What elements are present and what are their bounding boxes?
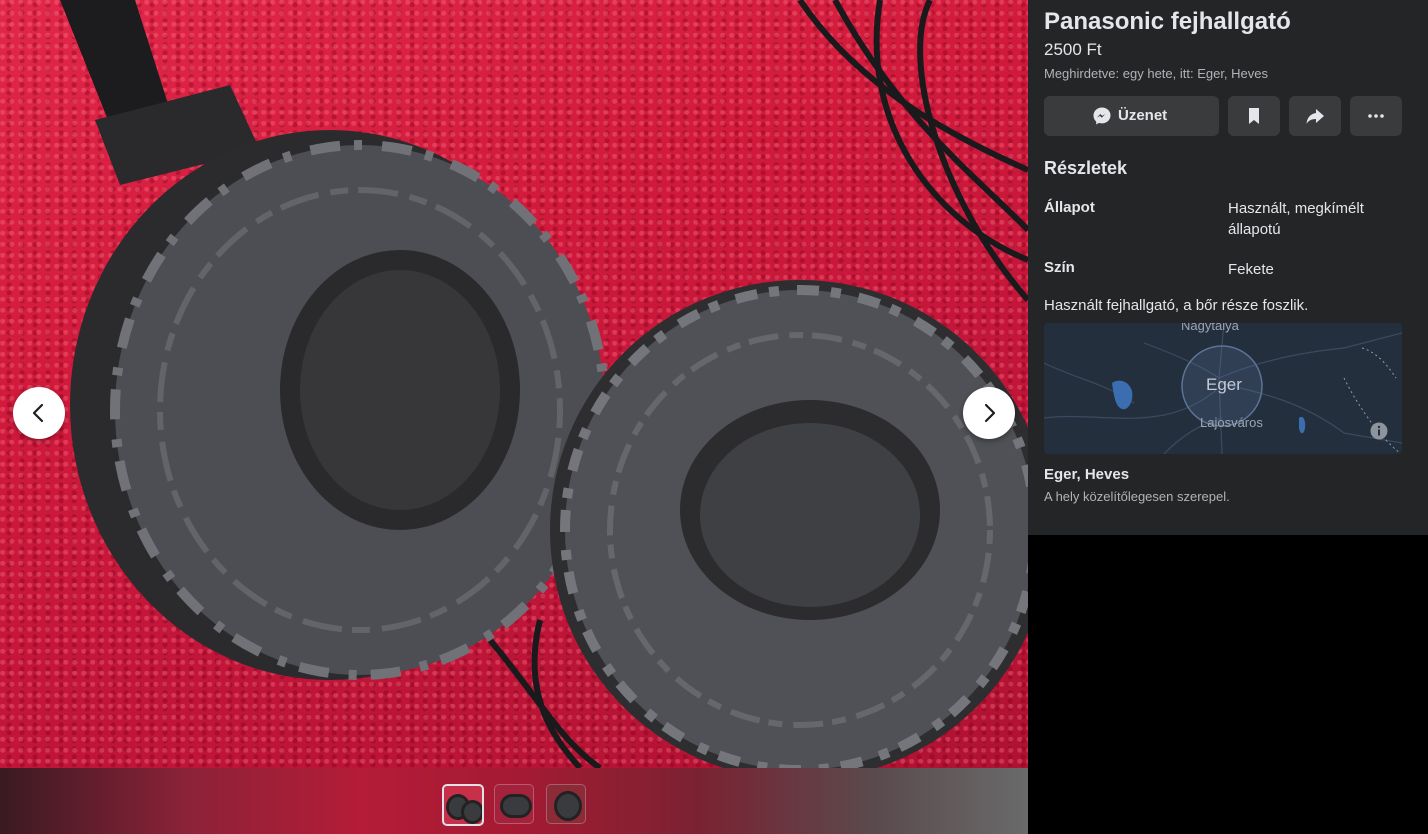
photo-thumbnail-3[interactable]: [546, 784, 586, 824]
color-value: Fekete: [1228, 261, 1274, 278]
info-icon[interactable]: [1370, 422, 1388, 440]
share-icon: [1306, 109, 1324, 124]
location-name: Eger, Heves: [1044, 466, 1130, 483]
listing-description: Használt fejhallgató, a bőr része foszli…: [1044, 297, 1309, 314]
listing-price: 2500 Ft: [1044, 40, 1102, 59]
previous-photo-button[interactable]: [13, 387, 65, 439]
message-button[interactable]: Üzenet: [1044, 96, 1219, 136]
message-button-label: Üzenet: [1118, 107, 1168, 124]
location-map[interactable]: Nagytálya Eger Lajosváros: [1044, 323, 1402, 454]
more-icon: [1368, 114, 1384, 118]
map-town-label: Nagytálya: [1181, 323, 1239, 333]
condition-label: Állapot: [1044, 199, 1095, 216]
headphones-photo-illustration: [60, 0, 1028, 768]
condition-value: Használt, megkímélt állapotú: [1228, 200, 1364, 238]
location-approximate-note: A hely közelítőlegesen szerepel.: [1044, 489, 1230, 504]
photo-thumbnail-2[interactable]: [494, 784, 534, 824]
photo-thumbnail-1[interactable]: [442, 784, 484, 826]
photo-viewer: [0, 0, 1028, 834]
listing-details-panel: Panasonic fejhallgató 2500 Ft Meghirdetv…: [1028, 0, 1428, 535]
details-heading: Részletek: [1044, 158, 1128, 178]
more-options-button[interactable]: [1350, 96, 1402, 136]
chevron-left-icon: [32, 403, 44, 423]
save-button[interactable]: [1228, 96, 1280, 136]
listing-posted-info: Meghirdetve: egy hete, itt: Eger, Heves: [1044, 66, 1269, 81]
messenger-icon: [1093, 107, 1111, 125]
share-button[interactable]: [1289, 96, 1341, 136]
next-photo-button[interactable]: [963, 387, 1015, 439]
color-label: Szín: [1044, 259, 1075, 276]
map-town-label: Lajosváros: [1200, 415, 1263, 430]
map-city-label: Eger: [1206, 375, 1242, 394]
chevron-right-icon: [984, 403, 996, 423]
listing-photo: [0, 0, 1028, 768]
bookmark-icon: [1249, 108, 1259, 124]
listing-title: Panasonic fejhallgató: [1044, 8, 1291, 35]
